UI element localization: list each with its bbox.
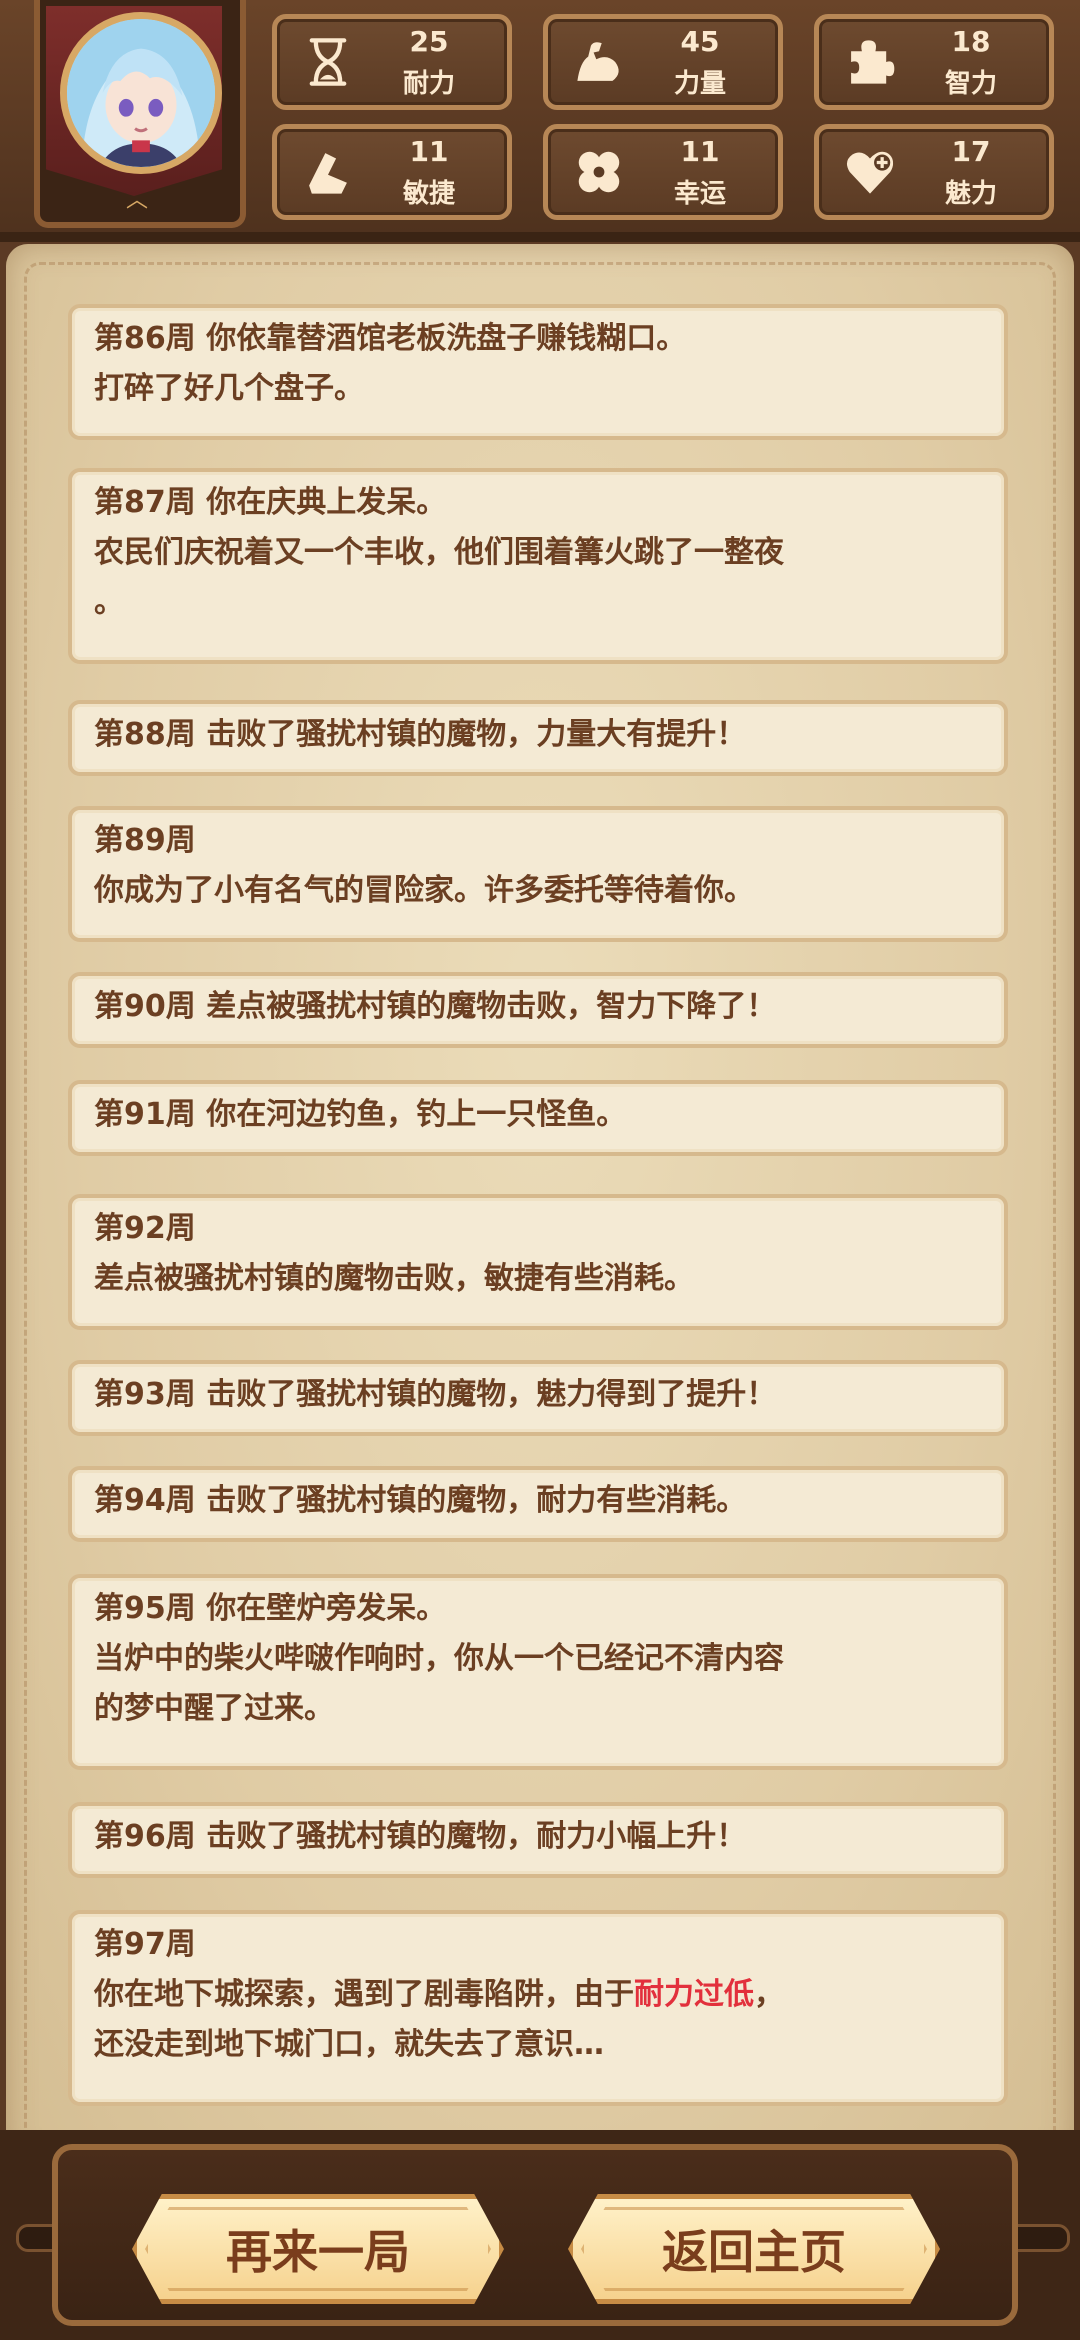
stat-strength: 45 力量 [543, 14, 783, 110]
stat-label: 智力 [944, 69, 997, 99]
log-line: 第92周 [94, 1211, 196, 1246]
log-entry: 第94周 击败了骚扰村镇的魔物，耐力有些消耗。 [68, 1466, 1008, 1542]
log-entry: 第88周 击败了骚扰村镇的魔物，力量大有提升！ [68, 700, 1008, 776]
log-entry-final: 第97周 你在地下城探索，遇到了剧毒陷阱，由于耐力过低， 还没走到地下城门口，就… [68, 1910, 1008, 2106]
stat-luck: 11 幸运 [543, 124, 783, 220]
home-button[interactable]: 返回主页 [568, 2194, 940, 2304]
log-line: 还没走到地下城门口，就失去了意识… [94, 2027, 604, 2062]
log-line: 第96周 击败了骚扰村镇的魔物，耐力小幅上升！ [94, 1819, 747, 1854]
stat-charm: 17 魅力 [814, 124, 1054, 220]
footer-bar: 再来一局 返回主页 [0, 2130, 1080, 2340]
stat-value: 11 [680, 135, 720, 168]
clover-icon [570, 143, 628, 201]
log-line: 当炉中的柴火哔啵作响时，你从一个已经记不清内容 [94, 1641, 784, 1676]
log-entry: 第91周 你在河边钓鱼，钓上一只怪鱼。 [68, 1080, 1008, 1156]
log-line: 农民们庆祝着又一个丰收，他们围着篝火跳了一整夜 [94, 535, 784, 570]
log-line: 第86周 你依靠替酒馆老板洗盘子赚钱糊口。 [94, 321, 687, 356]
log-entry: 第89周 你成为了小有名气的冒险家。许多委托等待着你。 [68, 806, 1008, 942]
footer-frame: 再来一局 返回主页 [52, 2144, 1018, 2326]
stat-label: 力量 [673, 69, 726, 99]
log-entry: 第87周 你在庆典上发呆。 农民们庆祝着又一个丰收，他们围着篝火跳了一整夜 。 [68, 468, 1008, 664]
log-line: 的梦中醒了过来。 [94, 1691, 334, 1726]
log-entry: 第93周 击败了骚扰村镇的魔物，魅力得到了提升！ [68, 1360, 1008, 1436]
log-line: 第89周 [94, 823, 196, 858]
puzzle-icon [841, 33, 899, 91]
stat-value: 18 [951, 25, 991, 58]
bicep-icon [570, 33, 628, 91]
restart-button[interactable]: 再来一局 [132, 2194, 504, 2304]
log-line: 你在地下城探索，遇到了剧毒陷阱，由于耐力过低， [94, 1977, 784, 2012]
log-line: 打碎了好几个盘子。 [94, 371, 364, 406]
stat-label: 敏捷 [402, 179, 455, 209]
stat-label: 幸运 [673, 179, 726, 209]
avatar-frame[interactable]: ︿ [34, 0, 246, 228]
log-line: 第91周 你在河边钓鱼，钓上一只怪鱼。 [94, 1097, 627, 1132]
avatar[interactable] [60, 12, 222, 174]
character-portrait-icon [67, 19, 215, 167]
home-button-label: 返回主页 [662, 2225, 846, 2279]
chevron-up-icon: ︿ [125, 188, 148, 213]
log-line: 第95周 你在壁炉旁发呆。 [94, 1591, 447, 1626]
stat-label: 魅力 [944, 179, 997, 209]
stat-value: 25 [409, 25, 449, 58]
log-entry: 第86周 你依靠替酒馆老板洗盘子赚钱糊口。 打碎了好几个盘子。 [68, 304, 1008, 440]
log-entry: 第96周 击败了骚扰村镇的魔物，耐力小幅上升！ [68, 1802, 1008, 1878]
hourglass-icon [299, 33, 357, 91]
log-line: 第90周 差点被骚扰村镇的魔物击败，智力下降了！ [94, 989, 777, 1024]
log-line: 第97周 [94, 1927, 196, 1962]
heart-plus-icon [841, 143, 899, 201]
status-header: ︿ 25 耐力 45 力量 18 智力 11 敏捷 11 幸运 17 魅力 [0, 0, 1080, 242]
stat-value: 17 [951, 135, 991, 168]
log-line: 。 [94, 585, 124, 620]
low-endurance-warning: 耐力过低 [634, 1977, 754, 2012]
log-line: 差点被骚扰村镇的魔物击败，敏捷有些消耗。 [94, 1261, 694, 1296]
stat-endurance: 25 耐力 [272, 14, 512, 110]
log-entry: 第92周 差点被骚扰村镇的魔物击败，敏捷有些消耗。 [68, 1194, 1008, 1330]
log-entry: 第90周 差点被骚扰村镇的魔物击败，智力下降了！ [68, 972, 1008, 1048]
restart-button-label: 再来一局 [226, 2225, 410, 2279]
log-line: 第93周 击败了骚扰村镇的魔物，魅力得到了提升！ [94, 1377, 777, 1412]
log-line: 第88周 击败了骚扰村镇的魔物，力量大有提升！ [94, 717, 747, 752]
stat-label: 耐力 [402, 69, 455, 99]
boot-icon [299, 143, 357, 201]
log-line: 第87周 你在庆典上发呆。 [94, 485, 447, 520]
log-entry: 第95周 你在壁炉旁发呆。 当炉中的柴火哔啵作响时，你从一个已经记不清内容 的梦… [68, 1574, 1008, 1770]
stat-value: 11 [409, 135, 449, 168]
log-line: 第94周 击败了骚扰村镇的魔物，耐力有些消耗。 [94, 1483, 747, 1518]
stat-intelligence: 18 智力 [814, 14, 1054, 110]
log-line: 你成为了小有名气的冒险家。许多委托等待着你。 [94, 873, 754, 908]
stat-agility: 11 敏捷 [272, 124, 512, 220]
stat-value: 45 [680, 25, 720, 58]
